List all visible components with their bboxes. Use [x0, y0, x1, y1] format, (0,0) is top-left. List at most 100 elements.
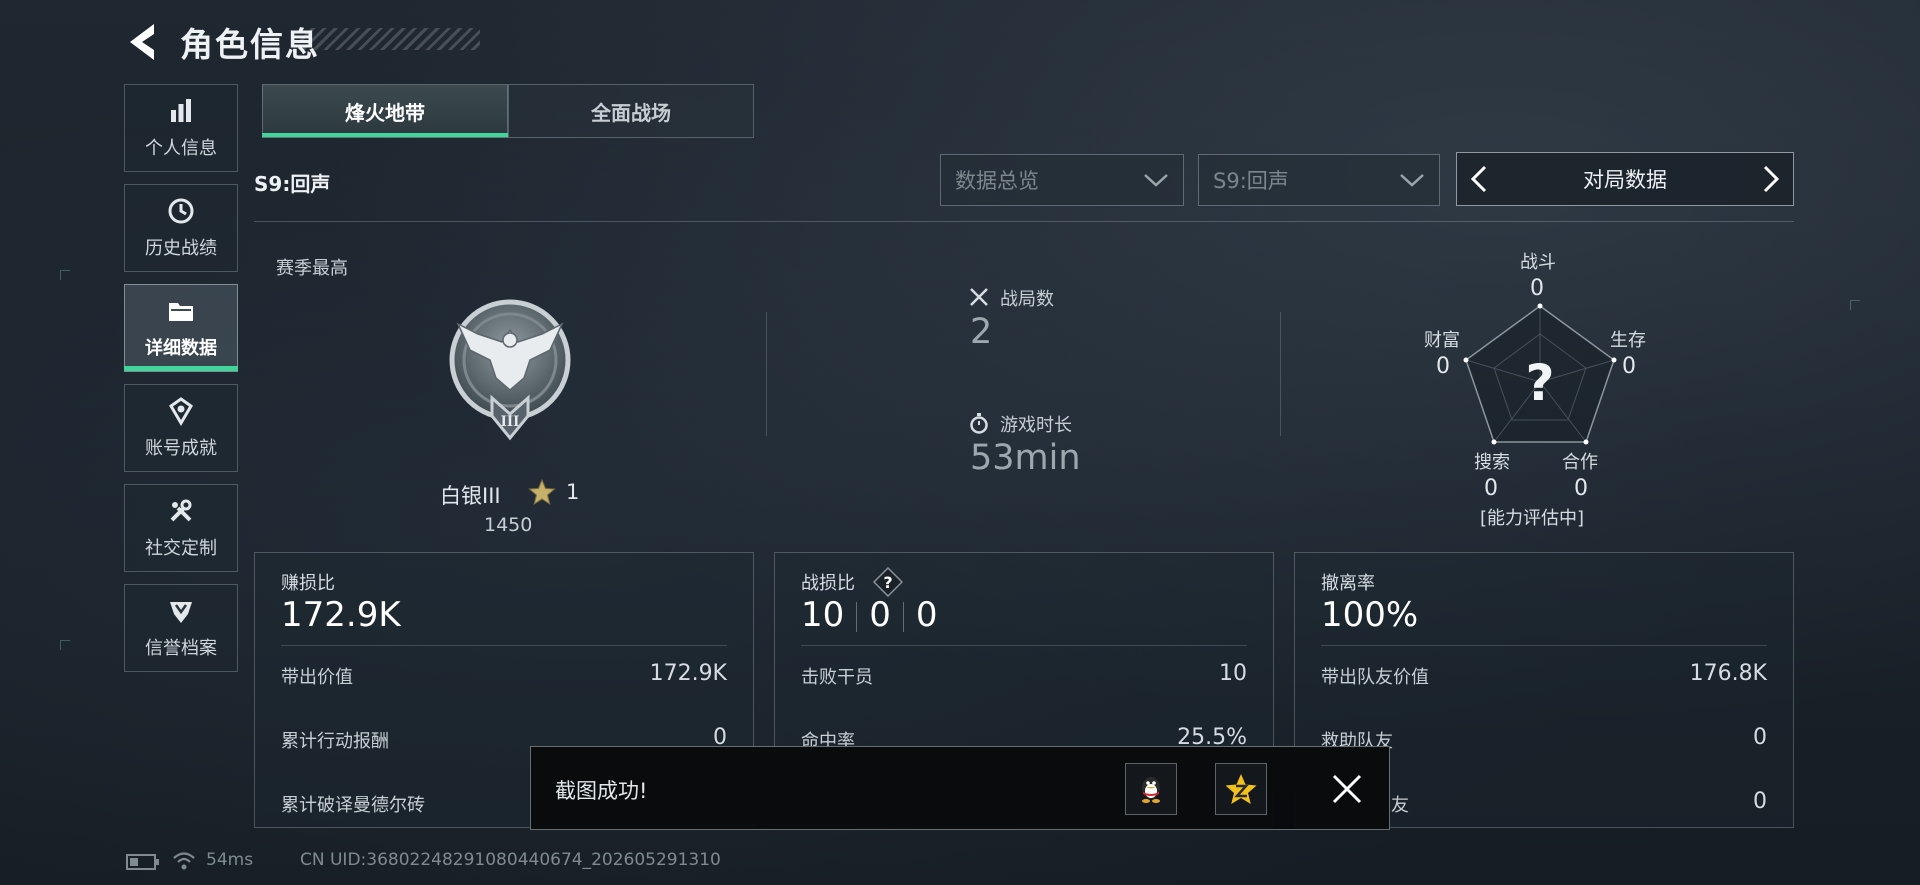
- dropdown-value: 数据总览: [955, 169, 1039, 193]
- overview-dropdown[interactable]: 数据总览: [940, 154, 1184, 206]
- sidebar-item-detailed-data[interactable]: 详细数据: [124, 284, 238, 372]
- toast-message: 截图成功!: [555, 779, 648, 803]
- rank-star-count: 1: [566, 480, 580, 504]
- playtime-label: 游戏时长: [1000, 415, 1072, 436]
- card-title: 战损比: [801, 573, 855, 594]
- kd-values: 10 0 0: [801, 595, 938, 635]
- data-category-switcher: 对局数据: [1456, 152, 1794, 206]
- wifi-icon: [173, 852, 195, 870]
- divider: [1321, 645, 1767, 646]
- qzone-star-icon: [1225, 774, 1257, 804]
- share-qq-button[interactable]: [1125, 763, 1177, 815]
- back-arrow-icon[interactable]: [124, 20, 160, 64]
- screenshot-toast: 截图成功!: [530, 746, 1390, 830]
- separator: [856, 601, 858, 632]
- sidebar-item-label: 账号成就: [145, 438, 217, 459]
- card-title: 撤离率: [1321, 573, 1375, 594]
- rank-name: 白银III: [440, 484, 501, 508]
- medal-icon: [169, 397, 193, 426]
- sidebar-item-history[interactable]: 历史战绩: [124, 184, 238, 272]
- help-icon[interactable]: ?: [873, 567, 903, 597]
- rank-numeral: III: [501, 413, 520, 430]
- clock-icon: [168, 198, 194, 224]
- rank-score: 1450: [484, 514, 533, 536]
- row-value: 172.9K: [649, 661, 727, 686]
- radar-value-survival: 0: [1622, 354, 1636, 379]
- divider: [1280, 312, 1281, 436]
- kd-value-kills: 10: [801, 595, 845, 635]
- rank-emblem-icon: III: [449, 299, 571, 441]
- card-main-value: 172.9K: [281, 595, 401, 635]
- row-label: 友: [1391, 795, 1409, 816]
- bar-chart-icon: [171, 99, 191, 122]
- title-decoration: [300, 28, 480, 50]
- sidebar-item-social[interactable]: 社交定制: [124, 484, 238, 572]
- season-dropdown[interactable]: S9:回声: [1198, 154, 1440, 206]
- radar-center-symbol: ?: [1525, 354, 1554, 412]
- card-main-value: 100%: [1321, 595, 1419, 635]
- page-title: 角色信息: [180, 25, 320, 64]
- chevron-right-icon[interactable]: [1761, 164, 1781, 194]
- wrench-icon: [170, 499, 192, 522]
- qq-penguin-icon: [1142, 777, 1160, 803]
- matches-value: 2: [970, 312, 993, 352]
- divider: [766, 312, 767, 436]
- sidebar-item-label: 个人信息: [145, 138, 217, 159]
- stopwatch-icon: [970, 413, 988, 434]
- row-label: 带出价值: [281, 667, 353, 688]
- tab-active-indicator: [262, 133, 508, 137]
- sidebar-item-label: 详细数据: [145, 338, 217, 359]
- row-value: 0: [1753, 789, 1767, 814]
- sidebar-active-indicator: [124, 366, 238, 371]
- matches-label: 战局数: [1000, 289, 1054, 310]
- season-best-label: 赛季最高: [276, 258, 348, 279]
- help-symbol: ?: [883, 573, 892, 592]
- sidebar-item-achievements[interactable]: 账号成就: [124, 384, 238, 472]
- sidebar-item-personal-info[interactable]: 个人信息: [124, 84, 238, 172]
- separator: [902, 601, 904, 632]
- radar-value-search: 0: [1484, 476, 1498, 501]
- divider: [801, 645, 1247, 646]
- sidebar-item-label: 信誉档案: [145, 638, 217, 659]
- radar-value-combat: 0: [1530, 276, 1544, 301]
- close-icon[interactable]: [1329, 771, 1365, 807]
- crossed-swords-icon: [970, 288, 988, 306]
- dropdown-value: S9:回声: [1213, 169, 1289, 193]
- ability-radar-chart: ?: [1463, 303, 1617, 445]
- sidebar-item-label: 社交定制: [145, 538, 217, 559]
- row-label: 带出队友价值: [1321, 667, 1429, 688]
- radar-label-search: 搜索: [1474, 452, 1510, 473]
- row-label: 累计行动报酬: [281, 731, 389, 752]
- radar-label-cooperation: 合作: [1562, 452, 1598, 473]
- shield-icon: [170, 602, 192, 623]
- radar-label-survival: 生存: [1610, 330, 1646, 351]
- row-value: 0: [1753, 725, 1767, 750]
- sidebar-item-credit[interactable]: 信誉档案: [124, 584, 238, 672]
- divider: [254, 221, 1794, 222]
- category-label: 对局数据: [1583, 168, 1667, 192]
- tab-firezone[interactable]: 烽火地带: [262, 84, 508, 138]
- star-icon: [528, 478, 556, 506]
- sidebar-item-label: 历史战绩: [145, 238, 217, 259]
- radar-label-combat: 战斗: [1520, 252, 1556, 273]
- kd-value-deaths: 0: [915, 595, 938, 635]
- radar-value-wealth: 0: [1436, 354, 1450, 379]
- tab-full-battlefield[interactable]: 全面战场: [508, 84, 754, 138]
- chevron-down-icon: [1400, 174, 1424, 187]
- row-label: 击败干员: [801, 667, 873, 688]
- radar-status: [能力评估中]: [1480, 508, 1585, 529]
- chevron-left-icon[interactable]: [1469, 164, 1489, 194]
- kd-value-assists: 0: [869, 595, 891, 635]
- row-value: 10: [1219, 661, 1247, 686]
- radar-value-cooperation: 0: [1574, 476, 1588, 501]
- card-title: 赚损比: [281, 573, 335, 594]
- share-qzone-button[interactable]: [1215, 763, 1267, 815]
- row-value: 176.8K: [1689, 661, 1767, 686]
- radar-label-wealth: 财富: [1424, 330, 1460, 351]
- player-uid: CN UID:3680224829108044067​4_20260529131…: [300, 850, 721, 870]
- folder-icon: [169, 303, 193, 321]
- battery-icon: [126, 854, 159, 870]
- ping-indicator: 54ms: [206, 850, 254, 870]
- season-label: S9:回声: [254, 172, 331, 196]
- divider: [281, 645, 727, 646]
